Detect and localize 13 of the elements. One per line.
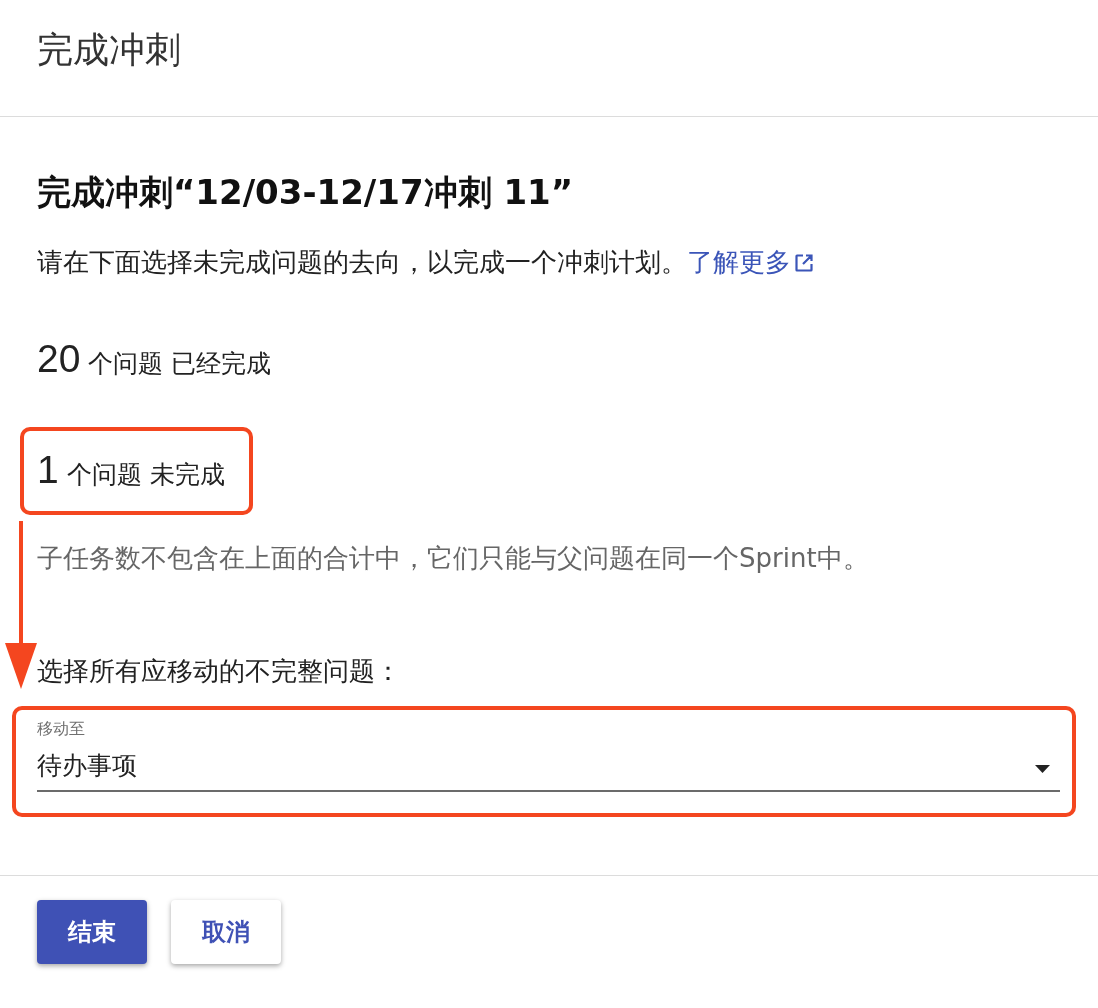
dialog-title: 完成冲刺 bbox=[37, 28, 182, 72]
issue-count-text: 1 个问题 未完成 bbox=[37, 447, 225, 493]
description-text: 请在下面选择未完成问题的去向，以完成一个冲刺计划。了解更多 bbox=[37, 245, 1061, 279]
move-to-select[interactable]: 移动至 待办事项 bbox=[37, 719, 1060, 792]
prompt-text: 选择所有应移动的不完整问题： bbox=[37, 655, 402, 688]
cancel-button[interactable]: 取消 bbox=[171, 900, 281, 964]
learn-more-link[interactable]: 了解更多 bbox=[687, 247, 814, 277]
external-link-icon bbox=[794, 253, 814, 273]
finish-button[interactable]: 结束 bbox=[37, 900, 147, 964]
issue-count-text: 20 个问题 已经完成 bbox=[37, 336, 272, 382]
note-text: 子任务数不包含在上面的合计中，它们只能与父问题在同一个Sprint中。 bbox=[37, 542, 870, 575]
caret-icon bbox=[1035, 765, 1050, 773]
sprint-heading: 完成冲刺“12/03-12/17冲刺 11” bbox=[37, 171, 575, 214]
